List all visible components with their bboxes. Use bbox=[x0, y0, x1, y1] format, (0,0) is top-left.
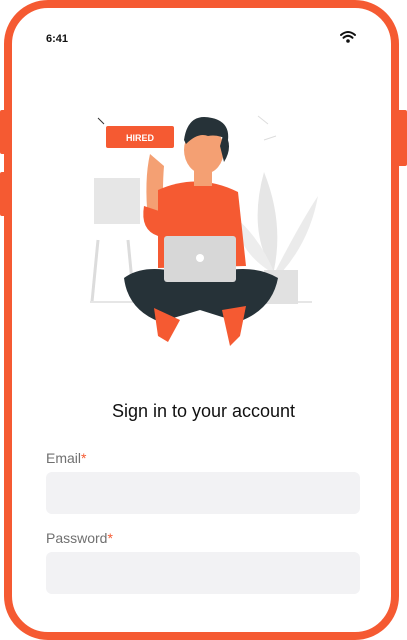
password-label: Password* bbox=[46, 530, 113, 546]
password-field[interactable] bbox=[46, 552, 360, 594]
status-bar: 6:41 bbox=[0, 0, 407, 60]
email-label: Email* bbox=[46, 450, 86, 466]
side-button bbox=[0, 110, 12, 154]
email-field[interactable] bbox=[46, 472, 360, 514]
side-button bbox=[395, 110, 407, 166]
required-mark: * bbox=[107, 530, 113, 546]
required-mark: * bbox=[81, 450, 87, 466]
page-title: Sign in to your account bbox=[111, 401, 296, 421]
status-time: 6:41 bbox=[46, 33, 69, 45]
password-label-text: Password bbox=[46, 530, 108, 546]
email-label-text: Email bbox=[46, 450, 82, 466]
hired-illustration: HIRED bbox=[88, 110, 328, 360]
hired-badge-text: HIRED bbox=[126, 133, 155, 143]
side-button bbox=[0, 172, 12, 216]
wifi-icon bbox=[340, 30, 356, 49]
